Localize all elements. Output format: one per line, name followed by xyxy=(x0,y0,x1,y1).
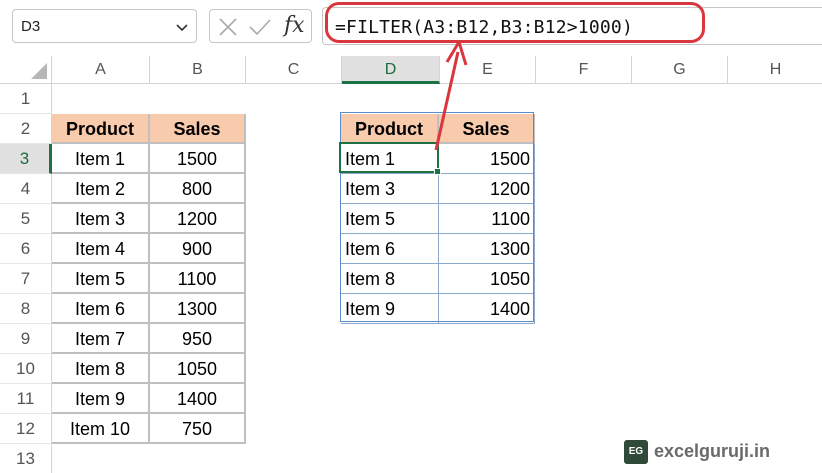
source-table-cell[interactable]: 1050 xyxy=(150,354,246,384)
source-table-cell[interactable]: 1400 xyxy=(150,384,246,414)
row-header-10[interactable]: 10 xyxy=(0,354,52,384)
column-header-g[interactable]: G xyxy=(632,56,728,84)
result-table-cell[interactable]: Item 9 xyxy=(341,294,439,324)
column-header-a[interactable]: A xyxy=(52,56,150,84)
row-header-4[interactable]: 4 xyxy=(0,174,52,204)
watermark-text: excelguruji.in xyxy=(654,441,771,461)
fill-handle[interactable] xyxy=(434,168,441,175)
result-table-cell[interactable]: Item 1 xyxy=(341,144,439,174)
row-header-11[interactable]: 11 xyxy=(0,384,52,414)
column-header-d[interactable]: D xyxy=(342,56,440,84)
source-table-cell[interactable]: Item 3 xyxy=(52,204,150,234)
name-box-value: D3 xyxy=(21,18,41,35)
source-table-cell[interactable]: Item 6 xyxy=(52,294,150,324)
source-table-cell[interactable]: 900 xyxy=(150,234,246,264)
result-table-cell[interactable]: Item 6 xyxy=(341,234,439,264)
formula-highlight-annotation xyxy=(325,2,705,43)
result-header-cell[interactable]: Product xyxy=(341,114,439,144)
source-table-cell[interactable]: Item 2 xyxy=(52,174,150,204)
check-icon[interactable] xyxy=(248,18,272,36)
result-header-cell[interactable]: Sales xyxy=(439,114,535,144)
source-table-cell[interactable]: Item 8 xyxy=(52,354,150,384)
formula-tools: fx xyxy=(209,9,312,43)
row-header-13[interactable]: 13 xyxy=(0,444,52,473)
column-header-h[interactable]: H xyxy=(728,56,822,84)
select-all-triangle-icon xyxy=(31,63,47,79)
row-header-6[interactable]: 6 xyxy=(0,234,52,264)
column-header-b[interactable]: B xyxy=(150,56,246,84)
spreadsheet-grid: ABCDEFGH 1 2 3 4 5 6 7 8 9 10 11 12 13 Product Sales I… xyxy=(0,56,822,473)
result-table-cell[interactable]: 1500 xyxy=(439,144,535,174)
row-header-7[interactable]: 7 xyxy=(0,264,52,294)
source-table-cell[interactable]: 1200 xyxy=(150,204,246,234)
source-header-cell[interactable]: Product xyxy=(52,114,150,144)
result-table-cell[interactable]: Item 5 xyxy=(341,204,439,234)
name-box[interactable]: D3 xyxy=(12,9,197,43)
brand-logo: EG xyxy=(624,440,648,464)
source-header-cell[interactable]: Sales xyxy=(150,114,246,144)
chevron-down-icon[interactable] xyxy=(174,19,190,35)
cancel-icon[interactable] xyxy=(218,18,238,36)
column-header-c[interactable]: C xyxy=(246,56,342,84)
formula-bar-area: D3 fx =FILTER(A3:B12,B3:B12>1000) xyxy=(0,0,822,56)
source-table-cell[interactable]: Item 9 xyxy=(52,384,150,414)
row-header-3[interactable]: 3 xyxy=(0,144,52,174)
row-header-1[interactable]: 1 xyxy=(0,84,52,114)
source-table-cell[interactable]: 950 xyxy=(150,324,246,354)
row-header-9[interactable]: 9 xyxy=(0,324,52,354)
column-header-e[interactable]: E xyxy=(440,56,536,84)
source-table-cell[interactable]: 1500 xyxy=(150,144,246,174)
source-table-cell[interactable]: Item 1 xyxy=(52,144,150,174)
source-table-cell[interactable]: Item 7 xyxy=(52,324,150,354)
source-table-cell[interactable]: Item 10 xyxy=(52,414,150,444)
source-table-cell[interactable]: 1100 xyxy=(150,264,246,294)
insert-function-icon[interactable]: fx xyxy=(284,13,305,38)
result-table-cell[interactable]: Item 3 xyxy=(341,174,439,204)
row-header-8[interactable]: 8 xyxy=(0,294,52,324)
source-table-cell[interactable]: 1300 xyxy=(150,294,246,324)
select-all-corner[interactable] xyxy=(0,56,52,84)
source-table-cell[interactable]: Item 4 xyxy=(52,234,150,264)
result-table-cell[interactable]: 1300 xyxy=(439,234,535,264)
result-table-cell[interactable]: 1100 xyxy=(439,204,535,234)
result-table-cell[interactable]: 1050 xyxy=(439,264,535,294)
row-header-12[interactable]: 12 xyxy=(0,414,52,444)
source-table-cell[interactable]: 750 xyxy=(150,414,246,444)
result-table-cell[interactable]: 1200 xyxy=(439,174,535,204)
row-header-5[interactable]: 5 xyxy=(0,204,52,234)
row-header-2[interactable]: 2 xyxy=(0,114,52,144)
source-table-cell[interactable]: 800 xyxy=(150,174,246,204)
result-table-cell[interactable]: 1400 xyxy=(439,294,535,324)
column-header-f[interactable]: F xyxy=(536,56,632,84)
source-table-cell[interactable]: Item 5 xyxy=(52,264,150,294)
result-table-cell[interactable]: Item 8 xyxy=(341,264,439,294)
